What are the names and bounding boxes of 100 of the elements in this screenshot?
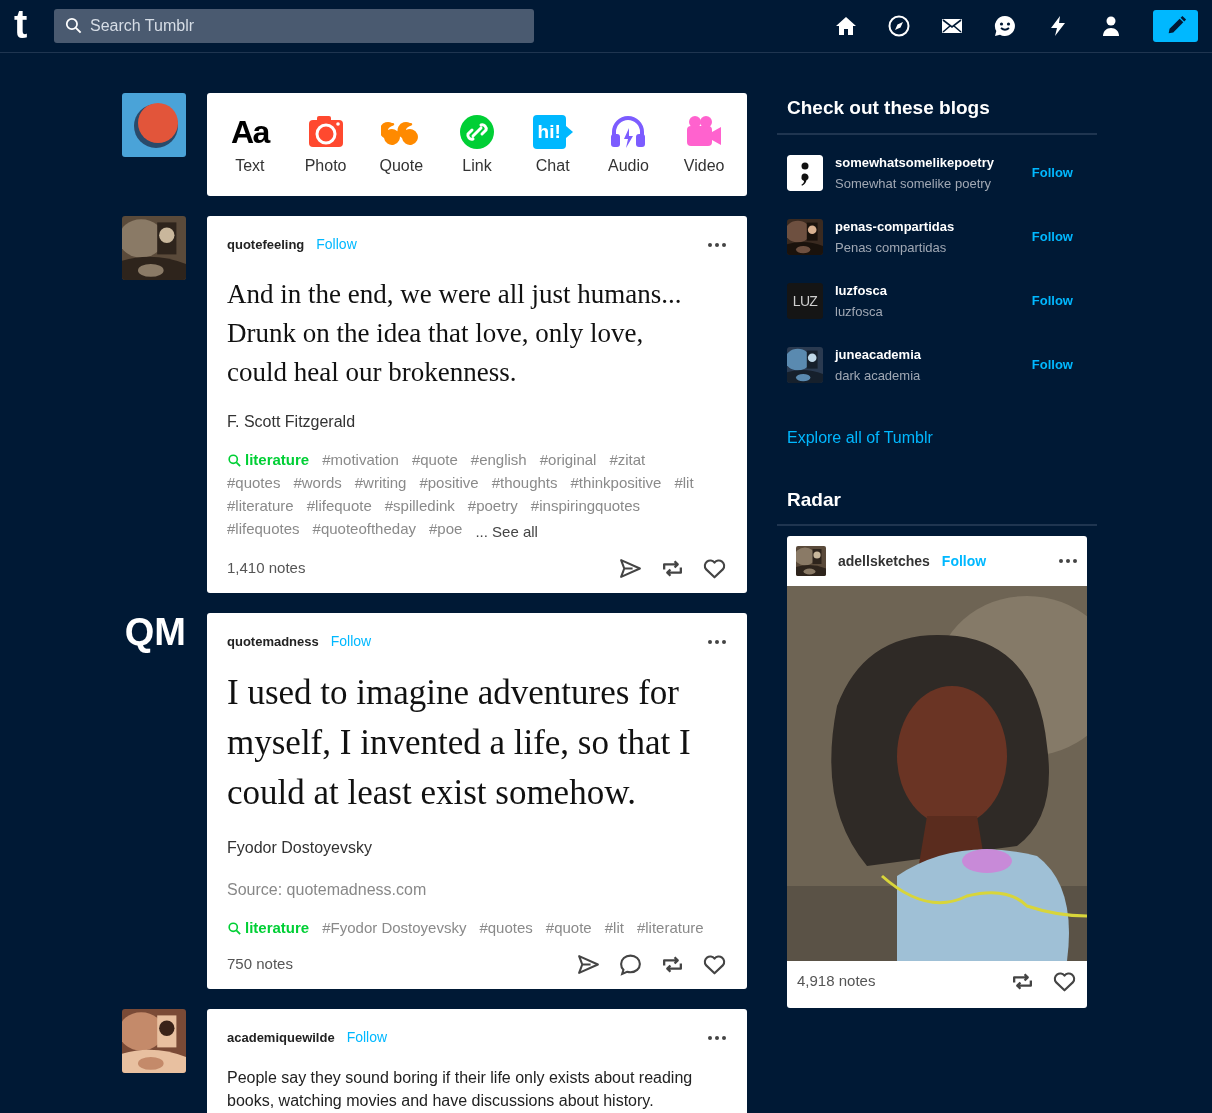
blog-name[interactable]: luzfosca <box>835 280 887 300</box>
tag-link[interactable]: #quote <box>545 918 592 938</box>
compass-icon <box>887 14 911 38</box>
follow-link[interactable]: Follow <box>316 234 357 255</box>
tag-link[interactable]: #lifequote <box>306 496 372 516</box>
blog-title: luzfosca <box>835 303 884 321</box>
tag-link[interactable]: #poetry <box>467 496 518 516</box>
notes-count[interactable]: 4,918 notes <box>797 970 876 993</box>
see-all-link[interactable]: ... See all <box>475 519 538 542</box>
blog-name[interactable]: adellsketches <box>838 550 930 572</box>
post-type-button[interactable]: hi! Chat <box>514 111 591 178</box>
tag-link[interactable]: #literature <box>227 496 294 516</box>
tag-link[interactable]: #original <box>539 450 597 470</box>
heart-icon <box>702 556 727 581</box>
featured-tag[interactable]: literature <box>227 918 310 938</box>
post-type-button[interactable]: Quote <box>363 111 440 178</box>
blog-name[interactable]: somewhatsomelikepoetry <box>835 152 994 172</box>
blog-name[interactable]: quotefeeling <box>227 234 305 255</box>
tag-link[interactable]: #quote <box>411 450 458 470</box>
post-type-button[interactable]: Photo <box>287 111 364 178</box>
follow-link[interactable]: Follow <box>1031 355 1073 375</box>
explore-link[interactable]: Explore all of Tumblr <box>777 425 1097 450</box>
follow-link[interactable]: Follow <box>1031 163 1073 183</box>
smiley-chat-icon <box>993 14 1017 38</box>
follow-link[interactable]: Follow <box>1031 227 1073 247</box>
search-field[interactable]: Search Tumblr <box>54 9 534 43</box>
source-text: Source: quotemadness.com <box>227 880 428 900</box>
follow-link[interactable]: Follow <box>941 550 987 572</box>
tag-link[interactable]: #inspiringquotes <box>530 496 641 516</box>
tag-link[interactable]: #quotes <box>479 918 533 938</box>
section-heading: Radar <box>786 487 842 512</box>
action-button[interactable] <box>702 952 727 977</box>
search-icon <box>227 452 242 468</box>
quote-author: F. Scott Fitzgerald <box>227 412 357 432</box>
avatar[interactable]: QM <box>122 613 186 677</box>
notes-count[interactable]: 1,410 notes <box>227 557 306 580</box>
tag-link[interactable]: #poe <box>429 519 463 542</box>
follow-link[interactable]: Follow <box>346 1027 388 1048</box>
post-type-button[interactable]: Audio <box>590 111 667 178</box>
tag-link[interactable]: #lit <box>604 918 624 938</box>
follow-link[interactable]: Follow <box>1031 291 1073 311</box>
tag-link[interactable]: #quoteoftheday <box>312 519 416 542</box>
post-text: People say they sound boring if their life only exists about reading books, watching movies and have discussions about history. <box>227 1068 694 1111</box>
action-button[interactable] <box>618 952 643 977</box>
more-icon[interactable] <box>707 241 727 248</box>
more-icon[interactable] <box>707 638 727 645</box>
tag-link[interactable]: #quotes <box>227 473 281 493</box>
blog-title: Penas compartidas <box>835 239 948 257</box>
tag-link[interactable]: #zitat <box>609 450 646 470</box>
quote-text: And in the end, we were all just humans... Drunk on the idea that love, only love, could heal our brokenness. <box>227 278 683 389</box>
tag-link[interactable]: #spilledink <box>384 496 455 516</box>
send-icon <box>618 556 643 581</box>
post-type-button[interactable]: Video <box>666 111 742 178</box>
tag-link[interactable]: #words <box>293 473 342 493</box>
semicolon-icon <box>787 155 823 191</box>
search-icon <box>64 16 83 35</box>
home-icon <box>834 14 858 38</box>
tag-link[interactable]: #lit <box>674 473 694 493</box>
send-icon <box>576 952 601 977</box>
action-button[interactable] <box>702 556 727 581</box>
logo[interactable]: t <box>14 4 40 44</box>
tag-link[interactable]: #positive <box>419 473 479 493</box>
tag-link[interactable]: #literature <box>636 918 704 938</box>
tag-link[interactable]: #Fyodor Dostoyevsky <box>322 918 467 938</box>
more-icon[interactable] <box>1058 558 1078 564</box>
section-heading: Check out these blogs <box>786 96 991 120</box>
post-type-button[interactable]: Link <box>439 111 515 178</box>
blog-title: dark academia <box>835 367 921 385</box>
blog-name[interactable]: academiquewilde <box>227 1027 335 1048</box>
search-icon <box>227 920 242 936</box>
follow-link[interactable]: Follow <box>330 631 372 652</box>
nav-button[interactable] <box>887 14 911 38</box>
tag-link[interactable]: #english <box>470 450 527 470</box>
quote-author: Fyodor Dostoyevsky <box>227 838 373 858</box>
heart-icon <box>1052 969 1077 994</box>
speech-bubble-icon <box>618 952 643 977</box>
nav-button[interactable] <box>834 14 858 38</box>
avatar-icon[interactable] <box>122 93 186 157</box>
heart-icon <box>702 952 727 977</box>
blog-title: Somewhat somelike poetry <box>835 175 993 193</box>
tag-link[interactable]: #motivation <box>322 450 399 470</box>
more-icon[interactable] <box>707 1034 727 1041</box>
tag-link[interactable]: #thinkpositive <box>570 473 662 493</box>
notes-count[interactable]: 750 notes <box>227 953 293 976</box>
action-button[interactable] <box>576 952 601 977</box>
quote-text: I used to imagine adventures for myself, I invented a life, so that I could at least exist somehow. <box>227 672 692 814</box>
action-button[interactable] <box>618 556 643 581</box>
blog-name[interactable]: penas-compartidas <box>835 216 955 236</box>
post-type-button[interactable]: Aa Text <box>212 111 288 178</box>
aa-icon: Aa <box>231 111 269 152</box>
nav-button[interactable] <box>993 14 1017 38</box>
blog-name[interactable]: quotemadness <box>227 631 319 652</box>
tag-link[interactable]: #thoughts <box>491 473 558 493</box>
blog-name[interactable]: juneacademia <box>835 344 921 364</box>
avatar[interactable]: LUZ <box>787 283 823 319</box>
tag-link[interactable]: #lifequotes <box>227 519 300 542</box>
compose-button[interactable] <box>1153 10 1198 42</box>
tag-link[interactable]: #writing <box>354 473 407 493</box>
featured-tag[interactable]: literature <box>227 450 310 470</box>
action-button[interactable] <box>1052 969 1077 994</box>
